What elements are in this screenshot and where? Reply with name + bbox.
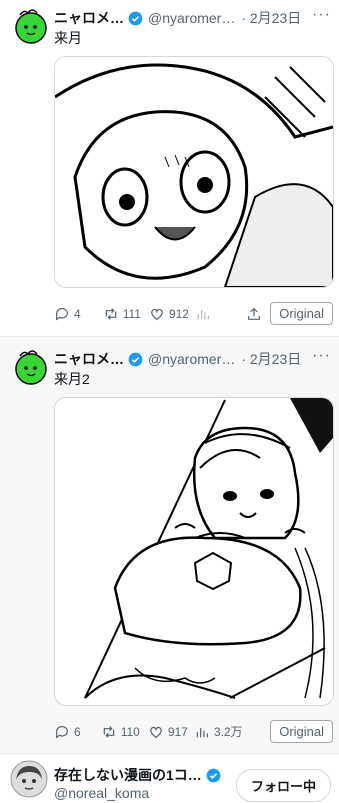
retweet-button[interactable]: 110 bbox=[101, 724, 140, 740]
manga-panel-image bbox=[55, 398, 333, 705]
tweet-actions: 6 110 917 3.2万 Original bbox=[54, 720, 333, 743]
views-button[interactable]: 3.2万 bbox=[194, 723, 243, 740]
retweet-button[interactable]: 111 bbox=[103, 306, 141, 322]
views-chart-icon bbox=[197, 309, 209, 319]
author-avatar[interactable] bbox=[10, 347, 48, 385]
reply-icon bbox=[56, 725, 68, 739]
author-name[interactable]: ニャロメ… bbox=[54, 349, 124, 369]
views-button[interactable] bbox=[195, 306, 211, 322]
retweet-icon bbox=[105, 307, 116, 320]
views-count: 3.2万 bbox=[213, 725, 243, 739]
original-button[interactable]: Original bbox=[270, 720, 333, 743]
reply-icon bbox=[56, 307, 68, 321]
share-icon[interactable] bbox=[246, 306, 262, 322]
verified-badge-icon bbox=[128, 11, 143, 25]
tweet-actions: 4 111 912 Original bbox=[54, 302, 333, 325]
reply-count: 4 bbox=[74, 306, 81, 321]
tweet-header: ニャロメ… @nyaromer… · 2月23日 bbox=[54, 349, 301, 369]
original-button[interactable]: Original bbox=[270, 302, 333, 325]
heart-icon bbox=[151, 308, 163, 320]
tweet-text: 来月2 bbox=[54, 371, 90, 387]
tweet-header: ニャロメ… @nyaromer… · 2月23日 bbox=[54, 8, 301, 28]
recommend-header: 存在しない漫画の1コ… bbox=[54, 765, 226, 785]
tweet-image[interactable] bbox=[54, 397, 334, 706]
like-button[interactable]: 912 bbox=[149, 306, 189, 322]
tweet-image[interactable] bbox=[54, 56, 334, 288]
recommended-account[interactable]: 存在しない漫画の1コ… @noreal_koma フォロー中 bbox=[0, 754, 339, 803]
like-count: 912 bbox=[168, 306, 189, 321]
like-count: 917 bbox=[167, 724, 188, 739]
tweet-date[interactable]: · 2月23日 bbox=[241, 349, 301, 369]
tweet-date[interactable]: · 2月23日 bbox=[241, 8, 301, 28]
like-button[interactable]: 917 bbox=[148, 724, 188, 740]
recommend-avatar[interactable] bbox=[10, 760, 48, 798]
author-name[interactable]: ニャロメ… bbox=[54, 8, 124, 28]
verified-badge-icon bbox=[206, 768, 221, 782]
heart-icon bbox=[149, 726, 162, 738]
views-chart-icon bbox=[196, 727, 208, 737]
following-button[interactable]: フォロー中 bbox=[235, 769, 331, 802]
retweet-count: 110 bbox=[120, 724, 140, 739]
recommend-name[interactable]: 存在しない漫画の1コ… bbox=[54, 765, 202, 785]
tweet-2[interactable]: ニャロメ… @nyaromer… · 2月23日 ··· 来月2 6 110 9… bbox=[0, 337, 339, 753]
retweet-icon bbox=[103, 725, 114, 738]
more-options-icon[interactable]: ··· bbox=[312, 6, 331, 24]
manga-panel-image bbox=[55, 57, 333, 287]
author-handle[interactable]: @nyaromer… bbox=[148, 351, 235, 367]
retweet-count: 111 bbox=[122, 306, 141, 321]
author-handle[interactable]: @nyaromer… bbox=[148, 10, 235, 26]
recommend-handle[interactable]: @noreal_koma bbox=[54, 785, 149, 801]
more-options-icon[interactable]: ··· bbox=[312, 347, 331, 365]
verified-badge-icon bbox=[128, 352, 143, 366]
tweet-text: 来月 bbox=[54, 30, 82, 46]
reply-button[interactable]: 6 bbox=[54, 724, 81, 740]
reply-button[interactable]: 4 bbox=[54, 306, 81, 322]
author-avatar[interactable] bbox=[10, 6, 48, 44]
reply-count: 6 bbox=[74, 724, 81, 739]
tweet-1[interactable]: ニャロメ… @nyaromer… · 2月23日 ··· 来月 4 111 91… bbox=[0, 0, 339, 336]
